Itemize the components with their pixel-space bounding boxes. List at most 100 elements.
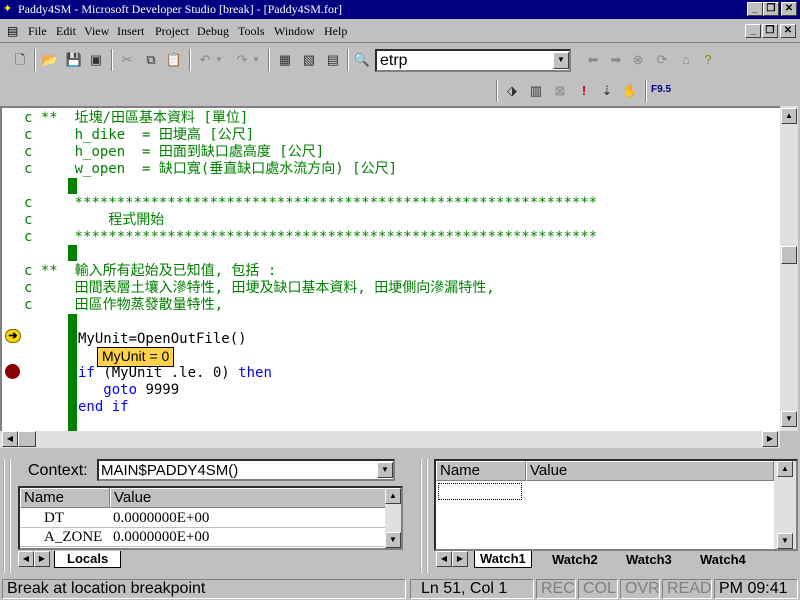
back-icon[interactable]: ⬅ <box>583 50 603 70</box>
tab-scroll-right-button[interactable]: ▶ <box>34 551 50 567</box>
context-label: Context: <box>28 462 88 479</box>
doc-close-button[interactable]: ✕ <box>780 24 796 38</box>
status-message: Break at location breakpoint <box>2 579 406 599</box>
redo-dropdown-icon[interactable]: ▼ <box>251 50 261 70</box>
stop-icon[interactable]: ⊗ <box>628 50 648 70</box>
editor-hscroll-track[interactable]: ◀ ▶ <box>0 431 780 448</box>
comment-line: c 田間表層土壤入滲特性, 田埂及缺口基本資料, 田埂側向滲漏特性, <box>24 280 495 296</box>
menu-help[interactable]: Help <box>324 24 347 39</box>
new-icon[interactable]: 🗋 <box>10 50 30 70</box>
menu-insert[interactable]: Insert <box>117 24 144 39</box>
find-dropdown-button[interactable]: ▼ <box>553 52 569 69</box>
save-all-icon[interactable]: ▣ <box>86 50 106 70</box>
tab-locals[interactable]: Locals <box>54 551 122 568</box>
panel-grip[interactable] <box>3 459 11 573</box>
watch-edit-cell[interactable] <box>438 483 522 500</box>
column-value-header[interactable]: Value <box>110 488 388 508</box>
editor-vscroll-track[interactable]: ▲ ▼ <box>780 106 798 431</box>
workspace-icon[interactable]: ▦ <box>275 50 295 70</box>
scroll-up-button[interactable]: ▲ <box>781 108 797 124</box>
redo-icon[interactable]: ↷ <box>232 50 252 70</box>
help-search-icon[interactable]: ? <box>698 50 718 70</box>
gutter-mark <box>68 314 77 431</box>
table-row[interactable]: A_ZONE 0.0000000E+00 <box>20 528 388 547</box>
output-icon[interactable]: ▧ <box>299 50 319 70</box>
data-tip: MyUnit = 0 <box>97 347 175 367</box>
menu-bar: ▤ File Edit View Insert Project Debug To… <box>0 20 800 43</box>
column-value-header[interactable]: Value <box>526 461 774 481</box>
menu-tools[interactable]: Tools <box>238 24 265 39</box>
find-combo[interactable]: etrp ▼ <box>375 49 571 72</box>
document-icon[interactable]: ▤ <box>7 24 18 38</box>
app-icon[interactable]: ✦ <box>3 3 15 15</box>
table-row[interactable]: DT 0.0000000E+00 <box>20 509 388 528</box>
paste-icon[interactable]: 📋 <box>164 50 184 70</box>
read-indicator: READ <box>662 579 712 599</box>
context-combo[interactable]: MAIN$PADDY4SM() ▼ <box>97 459 395 481</box>
tab-watch4[interactable]: Watch4 <box>700 552 746 567</box>
close-button[interactable]: ✕ <box>781 2 797 16</box>
tab-scroll-right-button[interactable]: ▶ <box>452 551 468 567</box>
undo-icon[interactable]: ↶ <box>195 50 215 70</box>
menu-edit[interactable]: Edit <box>56 24 76 39</box>
hand-icon[interactable]: ✋ <box>620 81 640 101</box>
compile-icon[interactable]: ⬗ <box>502 81 522 101</box>
tab-watch3[interactable]: Watch3 <box>626 552 672 567</box>
menu-project[interactable]: Project <box>155 24 189 39</box>
home-icon[interactable]: ⌂ <box>676 50 696 70</box>
breakpoint-icon[interactable] <box>5 364 20 379</box>
window-list-icon[interactable]: ▤ <box>323 50 343 70</box>
menu-window[interactable]: Window <box>274 24 315 39</box>
comment-line: c 程式開始 <box>24 212 165 228</box>
open-icon[interactable]: 📂 <box>40 50 60 70</box>
scroll-left-button[interactable]: ◀ <box>2 431 18 447</box>
go-icon[interactable]: ! <box>574 81 594 101</box>
scroll-down-button[interactable]: ▼ <box>777 533 793 549</box>
doc-restore-button[interactable]: ❐ <box>762 24 778 38</box>
variables-tabstrip: ◀ ▶ Locals <box>18 550 403 570</box>
cut-icon[interactable]: ✂ <box>117 50 137 70</box>
stop-build-icon[interactable]: ⊠ <box>550 81 570 101</box>
status-bar: Break at location breakpoint Ln 51, Col … <box>0 577 800 600</box>
forward-icon[interactable]: ➡ <box>606 50 626 70</box>
scroll-right-button[interactable]: ▶ <box>762 431 778 447</box>
undo-dropdown-icon[interactable]: ▼ <box>214 50 224 70</box>
column-name-header[interactable]: Name <box>20 488 110 508</box>
restore-button[interactable]: ❐ <box>763 2 779 16</box>
hscroll-thumb[interactable] <box>18 431 36 447</box>
menu-debug[interactable]: Debug <box>197 24 229 39</box>
find-in-files-icon[interactable]: 🔍 <box>352 50 372 70</box>
tab-watch2[interactable]: Watch2 <box>552 552 598 567</box>
scroll-up-button[interactable]: ▲ <box>777 461 793 477</box>
comment-line: c **************************************… <box>24 229 598 245</box>
scroll-up-button[interactable]: ▲ <box>385 488 401 504</box>
column-name-header[interactable]: Name <box>436 461 526 481</box>
build-icon[interactable]: ▥ <box>526 81 546 101</box>
current-line-arrow-icon: ➔ <box>5 329 21 343</box>
scroll-thumb[interactable] <box>781 246 797 264</box>
context-dropdown-button[interactable]: ▼ <box>377 462 393 478</box>
scroll-down-button[interactable]: ▼ <box>385 532 401 548</box>
copy-icon[interactable]: ⧉ <box>141 50 161 70</box>
step-into-icon[interactable]: ⇣ <box>597 81 617 101</box>
watch-panel: Name Value ▲ ▼ ◀ ▶ Watch1 Watch2 Watch3 … <box>418 455 800 575</box>
code-line: if (MyUnit .le. 0) then <box>78 365 272 381</box>
panel-grip[interactable] <box>420 459 428 573</box>
refresh-icon[interactable]: ⟳ <box>652 50 672 70</box>
watch-vscroll[interactable]: ▲ ▼ <box>774 461 796 549</box>
tab-watch1[interactable]: Watch1 <box>474 551 532 568</box>
save-icon[interactable]: 💾 <box>64 50 84 70</box>
menu-view[interactable]: View <box>84 24 109 39</box>
scroll-down-button[interactable]: ▼ <box>781 411 797 427</box>
menu-file[interactable]: File <box>28 24 47 39</box>
code-editor[interactable]: c ** 坵塊/田區基本資料 [單位] c h_dike = 田埂高 [公尺] … <box>0 106 780 431</box>
find-input[interactable]: etrp <box>380 52 408 70</box>
tab-scroll-left-button[interactable]: ◀ <box>436 551 452 567</box>
comment-line: c **************************************… <box>24 195 598 211</box>
doc-minimize-button[interactable]: _ <box>745 24 761 38</box>
minimize-button[interactable]: _ <box>747 2 763 16</box>
tab-scroll-left-button[interactable]: ◀ <box>18 551 34 567</box>
variables-vscroll[interactable]: ▲ ▼ <box>385 488 401 548</box>
f90-icon[interactable]: F9.5 <box>651 84 671 95</box>
comment-line: c w_open = 缺口寬(垂直缺口處水流方向) [公尺] <box>24 161 398 177</box>
